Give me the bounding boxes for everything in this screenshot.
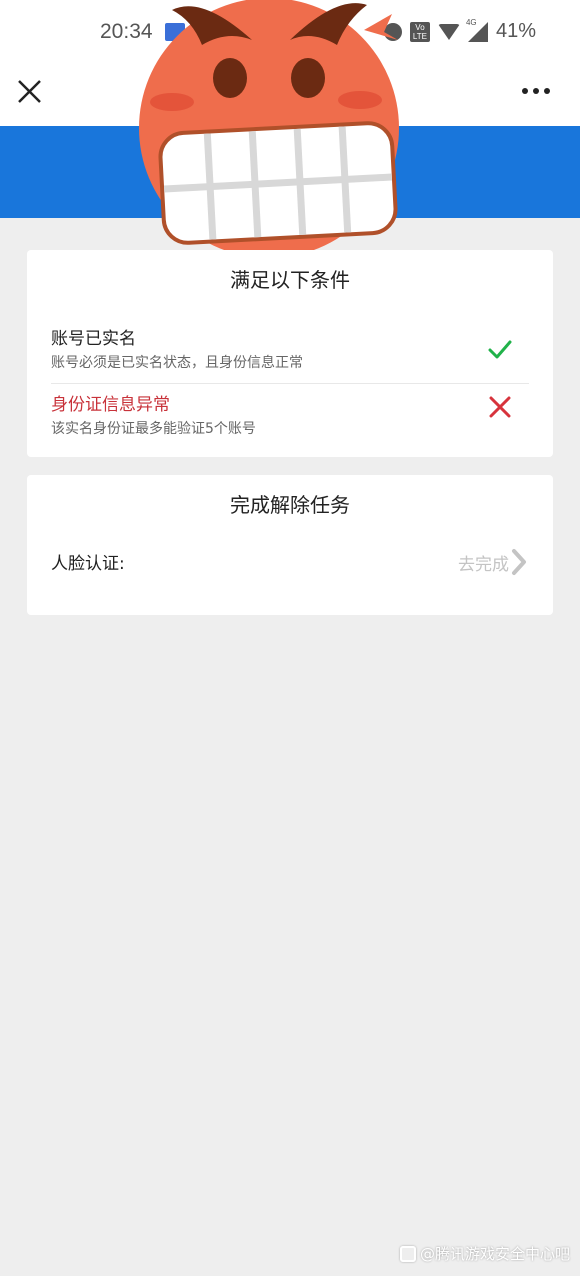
conditions-card: 满足以下条件 账号已实名 账号必须是已实名状态，且身份信息正常 身份证信息异常 … [27,250,553,457]
more-icon-dot [533,88,539,94]
watermark-text: @腾讯游戏安全中心吧 [419,1245,570,1263]
volte-icon: Vo LTE [409,21,430,42]
condition-title: 身份证信息异常 [51,395,170,415]
task-label: 人脸认证: [51,554,125,574]
camera-icon [399,1245,416,1262]
battery-percent: 41% [495,20,536,42]
more-icon [522,88,528,94]
mail-icon [165,23,185,41]
task-item-face-verification: 人脸认证: 去完成 [51,545,529,581]
wifi-icon [437,23,460,40]
conditions-card-title: 满足以下条件 [230,268,350,292]
signal-icon: 4G [466,18,488,42]
close-icon [18,80,41,103]
go-complete-button[interactable]: 去完成 [458,547,529,577]
tasks-card-title: 完成解除任务 [230,493,350,517]
condition-title: 账号已实名 [51,329,136,349]
check-icon [488,340,512,359]
chevron-right-icon [512,549,526,575]
condition-item-real-name: 账号已实名 账号必须是已实名状态，且身份信息正常 [51,324,529,384]
more-button[interactable] [522,84,552,98]
network-type-label: 4G [465,17,477,27]
close-button[interactable] [14,76,46,108]
sync-icon [383,22,402,41]
status-time: 20:34 [100,20,153,43]
condition-item-id-abnormal: 身份证信息异常 该实名身份证最多能验证5个账号 [51,390,529,454]
tasks-card: 完成解除任务 人脸认证: 去完成 [27,475,553,615]
condition-desc: 账号必须是已实名状态，且身份信息正常 [51,355,303,371]
page-header-banner [0,126,580,218]
status-icons: Vo LTE 4G 41% [383,18,536,43]
go-complete-label: 去完成 [458,554,509,575]
more-icon-dot [544,88,550,94]
watermark: @腾讯游戏安全中心吧 [399,1243,570,1264]
nav-bar [0,64,580,126]
cross-icon [489,396,511,418]
status-bar: 20:34 Vo LTE 4G 41% [0,0,580,64]
condition-desc: 该实名身份证最多能验证5个账号 [51,421,256,437]
